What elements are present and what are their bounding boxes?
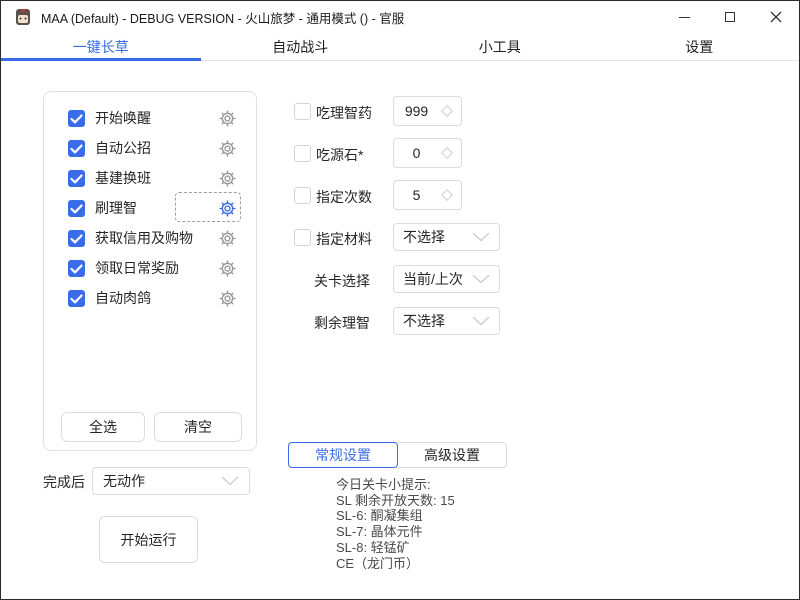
task-row-credit-shop: 获取信用及购物: [44, 223, 256, 253]
after-action-label: 完成后: [43, 472, 85, 492]
app-window: MAA (Default) - DEBUG VERSION - 火山旅梦 - 通…: [0, 0, 800, 600]
tips-line: CE（龙门币）: [336, 556, 455, 572]
tab-label: 一键长草: [73, 37, 129, 57]
tips-line: SL-7: 晶体元件: [336, 524, 455, 540]
task-row-wake-up: 开始唤醒: [44, 103, 256, 133]
stage-select-dropdown[interactable]: 当前/上次: [393, 265, 500, 293]
task-label: 开始唤醒: [95, 108, 151, 128]
stage-tips: 今日关卡小提示: SL 剩余开放天数: 15 SL-6: 酮凝集组 SL-7: …: [336, 477, 455, 571]
tab-label: 设置: [685, 37, 713, 57]
material-dropdown[interactable]: 不选择: [393, 223, 500, 251]
task-row-daily-rewards: 领取日常奖励: [44, 253, 256, 283]
option-label-stage-select: 关卡选择: [314, 271, 370, 291]
tab-tools[interactable]: 小工具: [400, 33, 600, 60]
maximize-icon: [725, 12, 735, 22]
checkbox-base-shift[interactable]: [68, 170, 85, 187]
checkbox-daily-rewards[interactable]: [68, 260, 85, 277]
gear-icon[interactable]: [219, 230, 236, 247]
option-label-sanity-potion: 吃理智药: [316, 103, 372, 123]
option-label-originite: 吃源石*: [316, 145, 363, 165]
gear-icon[interactable]: [219, 170, 236, 187]
checkbox-credit-shop[interactable]: [68, 230, 85, 247]
tab-auto-battle[interactable]: 自动战斗: [201, 33, 401, 60]
sanity-potion-stepper[interactable]: 999: [393, 96, 462, 126]
task-label: 自动公招: [95, 138, 151, 158]
close-button[interactable]: [753, 1, 799, 33]
gear-icon[interactable]: [219, 140, 236, 157]
task-label: 刷理智: [95, 198, 137, 218]
option-label-material: 指定材料: [316, 229, 372, 249]
clear-button[interactable]: 清空: [154, 412, 242, 442]
tab-label: 自动战斗: [272, 37, 328, 57]
option-label-remaining-sanity: 剩余理智: [314, 313, 370, 333]
dropdown-value: 不选择: [403, 227, 445, 247]
app-icon: [14, 8, 32, 26]
remaining-sanity-dropdown[interactable]: 不选择: [393, 307, 500, 335]
minimize-icon: [679, 17, 690, 18]
task-label: 领取日常奖励: [95, 258, 179, 278]
gear-icon[interactable]: [219, 290, 236, 307]
tips-line: SL-6: 酮凝集组: [336, 508, 455, 524]
task-row-fight-sanity: 刷理智: [44, 193, 256, 223]
tab-settings[interactable]: 设置: [600, 33, 800, 60]
checkbox-specified-material[interactable]: [294, 229, 311, 246]
gear-icon[interactable]: [219, 260, 236, 277]
tips-line: SL-8: 轻锰矿: [336, 540, 455, 556]
settings-tab-group: 常规设置 高级设置: [288, 442, 507, 468]
chevron-down-icon: [472, 316, 490, 326]
checkbox-specified-times[interactable]: [294, 187, 311, 204]
chevron-down-icon: [472, 232, 490, 242]
task-row-roguelike: 自动肉鸽: [44, 283, 256, 313]
stepper-value: 999: [394, 103, 439, 119]
option-label-times: 指定次数: [316, 187, 372, 207]
checkbox-use-originite[interactable]: [294, 145, 311, 162]
after-action-value: 无动作: [103, 471, 145, 491]
window-title: MAA (Default) - DEBUG VERSION - 火山旅梦 - 通…: [41, 8, 404, 27]
stepper-icon: [439, 145, 455, 161]
tips-title: 今日关卡小提示:: [336, 477, 455, 493]
task-label: 基建换班: [95, 168, 151, 188]
tab-farming[interactable]: 一键长草: [1, 33, 201, 60]
gear-icon[interactable]: [219, 110, 236, 127]
select-all-button[interactable]: 全选: [61, 412, 145, 442]
task-row-base-shift: 基建换班: [44, 163, 256, 193]
tips-line: SL 剩余开放天数: 15: [336, 493, 455, 509]
tab-advanced-settings[interactable]: 高级设置: [398, 442, 507, 468]
active-tab-underline: [1, 58, 201, 61]
dropdown-value: 不选择: [403, 311, 445, 331]
gear-icon[interactable]: [219, 200, 236, 217]
checkbox-roguelike[interactable]: [68, 290, 85, 307]
stepper-icon: [439, 187, 455, 203]
nav-tabbar: 一键长草 自动战斗 小工具 设置: [1, 33, 799, 61]
originite-stepper[interactable]: 0: [393, 138, 462, 168]
start-run-button[interactable]: 开始运行: [99, 516, 198, 563]
task-label: 获取信用及购物: [95, 228, 193, 248]
checkbox-wake-up[interactable]: [68, 110, 85, 127]
chevron-down-icon: [221, 476, 239, 486]
checkbox-fight-sanity[interactable]: [68, 200, 85, 217]
dropdown-value: 当前/上次: [403, 269, 463, 289]
chevron-down-icon: [472, 274, 490, 284]
checkbox-recruit[interactable]: [68, 140, 85, 157]
task-row-recruit: 自动公招: [44, 133, 256, 163]
stepper-value: 5: [394, 187, 439, 203]
minimize-button[interactable]: [661, 1, 707, 33]
close-icon: [770, 11, 782, 23]
maximize-button[interactable]: [707, 1, 753, 33]
tab-general-settings[interactable]: 常规设置: [288, 442, 398, 468]
checkbox-use-sanity-potion[interactable]: [294, 103, 311, 120]
task-label: 自动肉鸽: [95, 288, 151, 308]
stepper-value: 0: [394, 145, 439, 161]
after-action-dropdown[interactable]: 无动作: [92, 467, 250, 495]
tab-label: 小工具: [479, 37, 521, 57]
titlebar: MAA (Default) - DEBUG VERSION - 火山旅梦 - 通…: [1, 1, 799, 33]
stepper-icon: [439, 103, 455, 119]
window-controls: [661, 1, 799, 33]
task-list-card: 开始唤醒 自动公招 基建换班 刷理智 获取信用及购物 领取日常奖励: [43, 91, 257, 451]
times-stepper[interactable]: 5: [393, 180, 462, 210]
